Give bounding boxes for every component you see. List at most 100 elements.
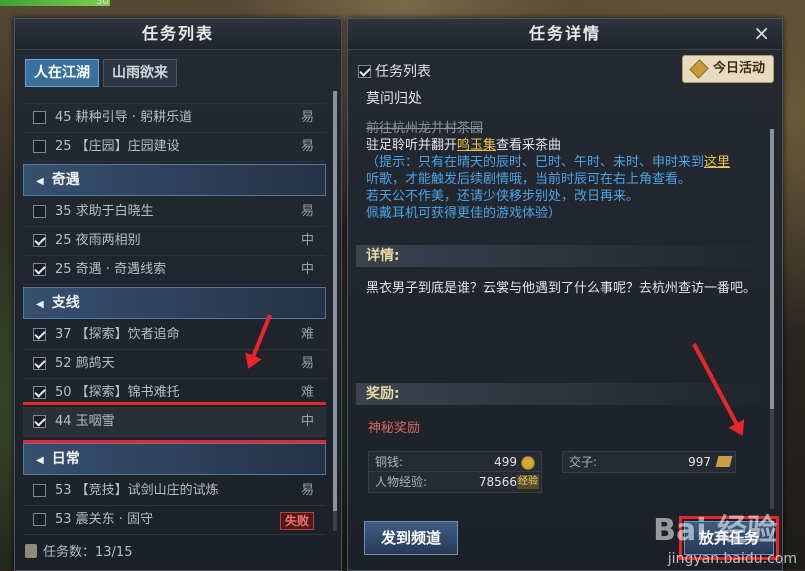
category-richang[interactable]: ◀ 日常 bbox=[23, 443, 326, 475]
quest-list-panel: 任务列表 人在江湖 山雨欲来 45 耕种引导 · 躬耕乐道 易 25 【庄园】庄… bbox=[14, 18, 342, 571]
detail-scrollbar[interactable] bbox=[770, 129, 774, 509]
quest-list-checkbox[interactable] bbox=[358, 65, 371, 78]
reward-jiaozi: 交子: 997 bbox=[562, 451, 736, 473]
list-item[interactable]: 45 耕种引导 · 躬耕乐道 易 bbox=[23, 104, 326, 133]
exp-icon: 经验 bbox=[517, 475, 539, 489]
lantern-icon bbox=[689, 59, 709, 79]
completed-step: 前往杭州龙井村茶园 bbox=[366, 121, 484, 136]
list-item[interactable]: 35 求助于白晓生 易 bbox=[23, 198, 326, 227]
hp-text: 30 bbox=[96, 0, 109, 7]
detail-text: 黑衣男子到底是谁？云裳与他遇到了什么事呢？去杭州查访一番吧。 bbox=[366, 281, 757, 296]
quest-checkbox[interactable] bbox=[33, 234, 46, 247]
scrollbar-thumb[interactable] bbox=[333, 91, 337, 511]
list-item-selected[interactable]: 44 玉咽雪 中 bbox=[23, 402, 326, 443]
reward-label: 交子: bbox=[569, 455, 598, 469]
banknote-icon bbox=[715, 456, 733, 467]
watermark-logo: Bai 经验 bbox=[653, 513, 777, 548]
list-item[interactable]: 37 【探索】饮者追命 难 bbox=[23, 321, 326, 350]
category-label: 奇遇 bbox=[51, 172, 80, 188]
step-text: 查看采茶曲 bbox=[496, 138, 562, 153]
quest-checkbox[interactable] bbox=[33, 357, 46, 370]
quest-difficulty: 中 bbox=[300, 414, 314, 429]
current-step: 驻足聆听并翻开鸣玉集查看采茶曲 bbox=[366, 137, 760, 154]
list-item[interactable]: 53 震关东 · 固守 失败 bbox=[23, 506, 326, 535]
list-item[interactable]: 50 【探索】锦书难托 难 bbox=[23, 379, 326, 408]
list-item[interactable]: 25 夜雨两相别 中 bbox=[23, 227, 326, 256]
hint-line: （提示：只有在晴天的辰时、巳时、午时、未时、申时来到 bbox=[366, 155, 705, 170]
quest-difficulty: 中 bbox=[300, 262, 314, 277]
quest-name: 45 耕种引导 · 躬耕乐道 bbox=[55, 110, 193, 125]
quest-description: 莫问归处 前往杭州龙井村茶园 驻足聆听并翻开鸣玉集查看采茶曲 （提示：只有在晴天… bbox=[366, 91, 760, 222]
quest-detail-panel: 任务详情 × 任务列表 今日活动 莫问归处 前往杭州龙井村茶园 驻足聆听并翻开鸣… bbox=[347, 18, 784, 571]
reward-value: 997 bbox=[688, 455, 711, 469]
list-item[interactable]: 25 奇遇 · 奇遇线索 中 bbox=[23, 256, 326, 285]
collapse-arrow-icon: ◀ bbox=[36, 176, 44, 187]
quest-difficulty: 易 bbox=[300, 204, 314, 219]
scroll-icon bbox=[25, 544, 37, 558]
quest-name: 35 求助于白晓生 bbox=[55, 204, 154, 219]
here-link[interactable]: 这里 bbox=[704, 155, 730, 170]
reward-exp: 人物经验: 78566 经验 bbox=[368, 471, 542, 493]
tab-renzaijianghu[interactable]: 人在江湖 bbox=[25, 59, 99, 87]
failed-badge: 失败 bbox=[279, 512, 314, 530]
show-quest-list-toggle[interactable]: 任务列表 bbox=[358, 61, 431, 81]
quest-tabs: 人在江湖 山雨欲来 bbox=[25, 59, 177, 87]
quest-count-text: 任务数：13/15 bbox=[43, 545, 133, 560]
list-item[interactable]: 52 鹧鸪天 易 bbox=[23, 350, 326, 379]
quest-checkbox[interactable] bbox=[33, 328, 46, 341]
list-item-cut bbox=[23, 89, 326, 104]
quest-list-title: 任务列表 bbox=[15, 19, 341, 50]
quest-list-scrollbar[interactable] bbox=[333, 91, 337, 531]
quest-detail-title: 任务详情 bbox=[348, 19, 782, 50]
quest-name: 25 夜雨两相别 bbox=[55, 233, 141, 248]
quest-checkbox[interactable] bbox=[33, 205, 46, 218]
quest-checkbox[interactable] bbox=[33, 263, 46, 276]
scrollbar-thumb[interactable] bbox=[770, 129, 774, 409]
tab-shanyuyulai[interactable]: 山雨欲来 bbox=[103, 59, 177, 87]
hint-line: 佩戴耳机可获得更佳的游戏体验） bbox=[366, 206, 562, 221]
checkbox-label: 任务列表 bbox=[375, 64, 431, 80]
mystery-reward: 神秘奖励 bbox=[368, 421, 421, 436]
category-zhixian[interactable]: ◀ 支线 bbox=[23, 287, 326, 319]
quest-difficulty: 易 bbox=[300, 356, 314, 371]
quest-difficulty: 难 bbox=[300, 385, 314, 400]
quest-name: 53 震关东 · 固守 bbox=[55, 512, 154, 527]
quest-difficulty: 难 bbox=[300, 327, 314, 342]
quest-checkbox[interactable] bbox=[33, 140, 46, 153]
quest-checkbox[interactable] bbox=[33, 111, 46, 124]
category-qiyu[interactable]: ◀ 奇遇 bbox=[23, 164, 326, 196]
quest-checkbox[interactable] bbox=[33, 513, 46, 526]
today-activity-button[interactable]: 今日活动 bbox=[681, 55, 774, 83]
reward-copper: 铜钱: 499 bbox=[368, 451, 542, 473]
quest-difficulty: 易 bbox=[300, 139, 314, 154]
hint-line: 听歌，才能触发后续剧情哦，当前时辰可在右上角查看。 bbox=[366, 172, 692, 187]
quest-title: 莫问归处 bbox=[366, 91, 422, 107]
mingyuji-link[interactable]: 鸣玉集 bbox=[457, 138, 496, 153]
quest-name: 50 【探索】锦书难托 bbox=[55, 385, 180, 400]
quest-name: 25 【庄园】庄园建设 bbox=[55, 139, 180, 154]
hp-bar bbox=[0, 0, 110, 6]
coin-icon bbox=[521, 456, 535, 470]
quest-name: 37 【探索】饮者追命 bbox=[55, 327, 180, 342]
reward-value: 78566 bbox=[478, 475, 517, 489]
list-item[interactable]: 53 【竞技】试剑山庄的试炼 易 bbox=[23, 477, 326, 506]
quest-checkbox[interactable] bbox=[33, 484, 46, 497]
watermark-url: jingyan.baidu.com bbox=[667, 551, 797, 567]
quest-checkbox[interactable] bbox=[33, 386, 46, 399]
category-label: 支线 bbox=[51, 295, 80, 311]
send-to-channel-button[interactable]: 发到频道 bbox=[364, 521, 458, 555]
collapse-arrow-icon: ◀ bbox=[36, 299, 44, 310]
close-icon[interactable]: × bbox=[753, 21, 770, 45]
hint-line: 若天公不作美，还请少侠移步别处，改日再来。 bbox=[366, 189, 640, 204]
list-item[interactable]: 25 【庄园】庄园建设 易 bbox=[23, 133, 326, 162]
today-activity-label: 今日活动 bbox=[712, 61, 765, 76]
reward-label: 铜钱: bbox=[375, 455, 404, 469]
reward-label: 人物经验: bbox=[375, 475, 428, 489]
step-text: 驻足聆听并翻开 bbox=[366, 138, 458, 153]
quest-checkbox[interactable] bbox=[33, 415, 46, 428]
quest-name: 44 玉咽雪 bbox=[55, 414, 115, 429]
category-label: 日常 bbox=[51, 451, 80, 467]
quest-difficulty: 中 bbox=[300, 233, 314, 248]
hint-text: （提示：只有在晴天的辰时、巳时、午时、未时、申时来到这里 听歌，才能触发后续剧情… bbox=[366, 154, 760, 222]
quest-name: 25 奇遇 · 奇遇线索 bbox=[55, 262, 167, 277]
